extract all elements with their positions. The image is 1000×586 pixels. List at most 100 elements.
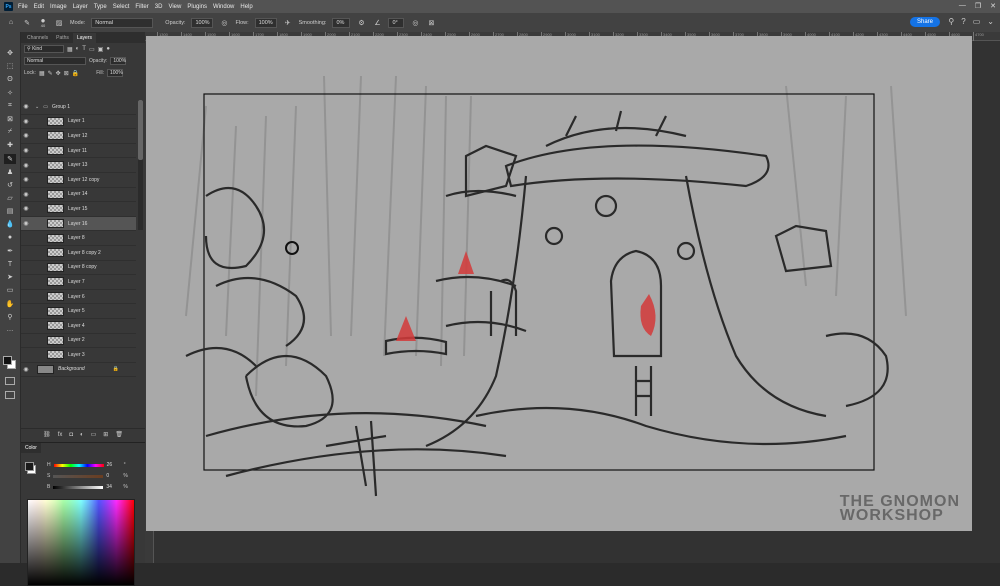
layer-row[interactable]: Layer 8 copy 2 — [21, 246, 136, 261]
eye-icon[interactable]: ◉ — [21, 132, 31, 139]
delete-layer-icon[interactable]: 🗑 — [115, 431, 123, 438]
blend-mode-select[interactable]: Normal — [24, 57, 86, 65]
brush-settings-icon[interactable]: ▨ — [54, 18, 64, 28]
filter-pixel-icon[interactable]: ▦ — [67, 46, 73, 53]
minimize-button[interactable]: — — [959, 2, 966, 10]
tab-color[interactable]: Color — [21, 443, 41, 453]
layer-row[interactable]: Layer 4 — [21, 319, 136, 334]
mode-select[interactable]: Normal — [91, 17, 154, 28]
menu-file[interactable]: File — [18, 4, 28, 10]
more-tools-icon[interactable]: … — [4, 325, 16, 335]
scrollbar-thumb[interactable] — [138, 100, 143, 160]
screen-mode-icon[interactable] — [5, 391, 15, 399]
layer-row[interactable]: Layer 7 — [21, 275, 136, 290]
layer-row[interactable]: Layer 8 copy — [21, 261, 136, 276]
brightness-value[interactable]: 34 — [106, 484, 120, 490]
symmetry-icon[interactable]: ⊠ — [426, 18, 436, 28]
fg-color-chip[interactable] — [25, 462, 34, 471]
smoothing-input[interactable]: 0% — [332, 17, 351, 28]
lock-artboard-icon[interactable]: ⊠ — [64, 70, 69, 77]
menu-image[interactable]: Image — [50, 4, 67, 10]
layer-row[interactable]: ◉ Layer 13 — [21, 158, 136, 173]
crop-tool-icon[interactable]: ⌗ — [4, 101, 16, 111]
layers-scrollbar[interactable] — [138, 100, 143, 230]
eye-icon[interactable]: ◉ — [21, 205, 31, 212]
menu-edit[interactable]: Edit — [34, 4, 44, 10]
eye-icon[interactable]: ◉ — [21, 191, 31, 198]
lock-transparent-icon[interactable]: ▦ — [39, 70, 45, 77]
brush-preset-picker[interactable]: ● 40 — [38, 16, 48, 28]
angle-input[interactable]: 0° — [388, 17, 405, 28]
history-brush-tool-icon[interactable]: ↺ — [4, 180, 16, 190]
menu-type[interactable]: Type — [94, 4, 107, 10]
shape-tool-icon[interactable]: ▭ — [4, 285, 16, 295]
type-tool-icon[interactable]: T — [4, 259, 16, 269]
new-layer-icon[interactable]: ⊞ — [103, 431, 108, 438]
frame-tool-icon[interactable]: ⊠ — [4, 114, 16, 124]
layer-row[interactable]: Layer 8 — [21, 231, 136, 246]
hue-value[interactable]: 26 — [107, 462, 121, 468]
gear-icon[interactable]: ⚙ — [356, 18, 366, 28]
menu-select[interactable]: Select — [113, 4, 130, 10]
move-tool-icon[interactable]: ✥ — [4, 48, 16, 58]
marquee-tool-icon[interactable]: ⬚ — [4, 61, 16, 71]
eraser-tool-icon[interactable]: ▱ — [4, 193, 16, 203]
menu-filter[interactable]: Filter — [135, 4, 148, 10]
add-mask-icon[interactable]: ◘ — [69, 432, 73, 438]
fill-input[interactable]: 100% — [106, 69, 123, 77]
layer-row[interactable]: Layer 6 — [21, 290, 136, 305]
chevron-down-icon[interactable]: ⌄ — [35, 104, 39, 110]
quick-select-tool-icon[interactable]: ✧ — [4, 88, 16, 98]
airbrush-icon[interactable]: ✈ — [283, 18, 293, 28]
lock-all-icon[interactable]: 🔒 — [72, 70, 79, 77]
filter-shape-icon[interactable]: ▭ — [89, 46, 95, 53]
angle-icon[interactable]: ∠ — [372, 18, 382, 28]
clone-stamp-tool-icon[interactable]: ♟ — [4, 167, 16, 177]
kind-filter-select[interactable]: ⚲ Kind — [24, 45, 64, 53]
new-group-icon[interactable]: ▭ — [91, 431, 97, 438]
layer-row[interactable]: ◉ Layer 12 — [21, 129, 136, 144]
brush-tool-icon[interactable]: ✎ — [22, 18, 32, 28]
flow-input[interactable]: 100% — [254, 17, 277, 28]
brush-tool-icon[interactable]: ✎ — [4, 153, 16, 164]
zoom-tool-icon[interactable]: ⚲ — [4, 312, 16, 322]
dodge-tool-icon[interactable]: ● — [4, 233, 16, 243]
eye-icon[interactable]: ◉ — [21, 366, 31, 373]
path-selection-tool-icon[interactable]: ➤ — [4, 272, 16, 282]
hue-slider[interactable] — [53, 463, 104, 467]
pen-tool-icon[interactable]: ✒ — [4, 246, 16, 256]
quick-mask-icon[interactable] — [5, 377, 15, 385]
menu-plugins[interactable]: Plugins — [187, 4, 207, 10]
layer-row[interactable]: ◉ Layer 16 — [21, 216, 136, 232]
eye-icon[interactable]: ◉ — [21, 220, 31, 227]
document-canvas[interactable]: THE GNOMON WORKSHOP — [146, 36, 972, 531]
eyedropper-tool-icon[interactable]: ⌿ — [4, 127, 16, 137]
tab-paths[interactable]: Paths — [52, 33, 73, 43]
lock-position-icon[interactable]: ✥ — [56, 70, 61, 77]
opacity-input[interactable]: 100% — [191, 17, 214, 28]
gradient-tool-icon[interactable]: ▤ — [4, 206, 16, 216]
filter-smart-icon[interactable]: ▣ — [98, 46, 104, 53]
blur-tool-icon[interactable]: 💧 — [4, 219, 16, 229]
eye-icon[interactable]: ◉ — [21, 103, 31, 110]
link-icon[interactable]: ⛓ — [43, 431, 51, 438]
adjustment-layer-icon[interactable]: ◐ — [80, 432, 84, 438]
eye-icon[interactable]: ◉ — [21, 162, 31, 169]
healing-brush-tool-icon[interactable]: ✚ — [4, 140, 16, 150]
filter-adjust-icon[interactable]: ◐ — [76, 46, 80, 52]
brightness-slider[interactable] — [53, 485, 104, 489]
pressure-opacity-icon[interactable]: ◎ — [219, 18, 229, 28]
layer-row[interactable]: Layer 2 — [21, 334, 136, 349]
layer-row[interactable]: ◉ Layer 12 copy — [21, 173, 136, 188]
background-layer-row[interactable]: ◉ Background 🔒 — [21, 363, 136, 378]
menu-help[interactable]: Help — [240, 4, 252, 10]
maximize-button[interactable]: ❐ — [975, 2, 981, 10]
share-button[interactable]: Share — [909, 17, 940, 27]
search-icon[interactable]: ⚲ — [948, 17, 954, 26]
fx-icon[interactable]: fx — [58, 432, 63, 438]
layer-row[interactable]: Layer 5 — [21, 304, 136, 319]
layer-row[interactable]: ◉ Layer 1 — [21, 115, 136, 130]
eye-icon[interactable]: ◉ — [21, 147, 31, 154]
eye-icon[interactable]: ◉ — [21, 176, 31, 183]
eye-icon[interactable]: ◉ — [21, 118, 31, 125]
